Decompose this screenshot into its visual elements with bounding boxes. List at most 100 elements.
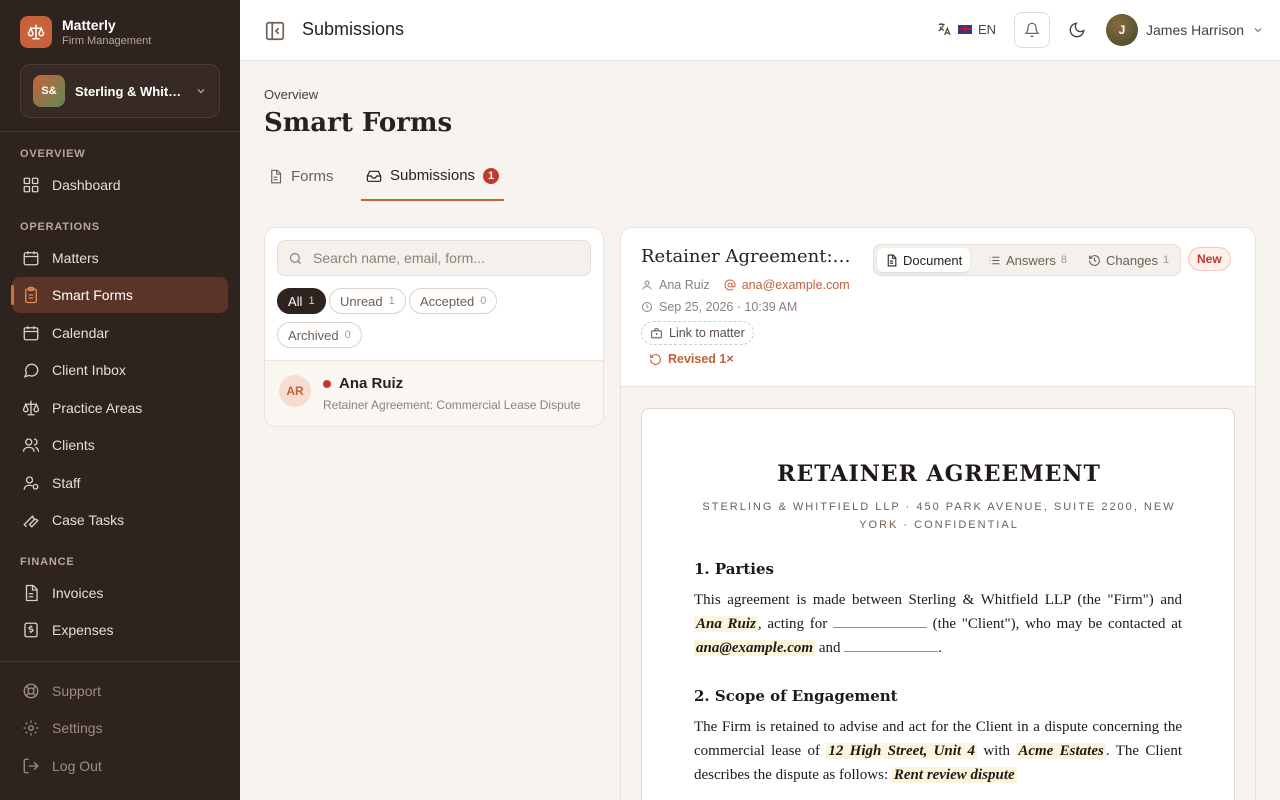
text-run: (the "Client"), who may be contacted at	[932, 616, 1183, 632]
list-item[interactable]: AR Ana Ruiz Retainer Agreement: Commerci…	[265, 361, 603, 426]
sidebar-item-label: Calendar	[52, 325, 109, 341]
unread-dot-icon	[323, 380, 331, 388]
sidebar-item-settings[interactable]: Settings	[12, 710, 228, 746]
brand[interactable]: Matterly Firm Management	[20, 16, 151, 48]
search-input[interactable]	[313, 250, 573, 266]
sidebar-item-case-tasks[interactable]: Case Tasks	[12, 502, 228, 538]
submitted-at-text: Sep 25, 2026 · 10:39 AM	[659, 300, 798, 314]
sidebar-item-matters[interactable]: Matters	[12, 240, 228, 276]
document-page: RETAINER AGREEMENT STERLING & WHITFIELD …	[641, 408, 1235, 800]
tab-changes[interactable]: Changes 1	[1080, 248, 1177, 272]
filter-accepted[interactable]: Accepted 0	[409, 288, 498, 314]
tab-label: Forms	[291, 168, 334, 185]
tab-forms[interactable]: Forms	[264, 152, 338, 201]
link-to-matter-button[interactable]: Link to matter	[641, 321, 754, 345]
uk-flag-icon	[958, 24, 972, 34]
sidebar-item-smart-forms[interactable]: Smart Forms	[11, 277, 228, 313]
sidebar-divider	[0, 131, 240, 132]
sidebar-item-support[interactable]: Support	[12, 673, 228, 709]
submitted-at: Sep 25, 2026 · 10:39 AM	[641, 300, 797, 314]
client-email-link[interactable]: ana@example.com	[724, 278, 850, 292]
dashboard-icon	[23, 177, 39, 193]
user-icon	[642, 280, 652, 290]
filled-field: Rent review dispute	[891, 767, 1017, 783]
filled-field: Ana Ruiz	[694, 616, 758, 632]
filter-archived[interactable]: Archived 0	[277, 322, 362, 348]
section-text-scope: The Firm is retained to advise and act f…	[694, 715, 1182, 787]
sidebar-item-clients[interactable]: Clients	[12, 427, 228, 463]
sidebar-item-practice-areas[interactable]: Practice Areas	[12, 390, 228, 426]
text-run: , acting for	[757, 616, 828, 632]
chevron-down-icon	[197, 89, 205, 94]
user-menu[interactable]: J James Harrison	[1106, 14, 1264, 46]
client-name: Ana Ruiz	[641, 278, 710, 292]
section-text-parties: This agreement is made between Sterling …	[694, 588, 1182, 660]
client-name-text: Ana Ruiz	[659, 278, 710, 292]
moon-icon[interactable]	[1068, 21, 1086, 39]
tab-document[interactable]: Document	[877, 248, 971, 272]
scale-icon	[22, 400, 40, 416]
notifications-button[interactable]	[1014, 12, 1050, 48]
sidebar-item-calendar[interactable]: Calendar	[12, 315, 228, 351]
at-icon	[724, 279, 736, 291]
sidebar-toggle-icon[interactable]	[264, 20, 286, 42]
filter-label: Accepted	[420, 293, 475, 309]
sidebar-item-staff[interactable]: Staff	[12, 465, 228, 501]
search-box[interactable]	[277, 240, 591, 276]
blank-field	[832, 616, 927, 628]
revised-label: Revised 1×	[668, 352, 734, 366]
sidebar-item-label: Invoices	[52, 585, 104, 601]
tab-answers[interactable]: Answers 8	[980, 248, 1075, 272]
scale-logo-icon	[20, 16, 52, 48]
sidebar-item-label: Client Inbox	[52, 362, 126, 378]
page-title: Smart Forms	[264, 108, 453, 138]
text-run: This agreement is made between Sterling …	[694, 592, 1182, 608]
firm-switcher[interactable]: S& Sterling & Whitfield LLP	[20, 64, 220, 118]
tab-submissions[interactable]: Submissions 1	[361, 152, 505, 201]
breadcrumb[interactable]: Overview	[264, 87, 318, 102]
sidebar-item-label: Smart Forms	[52, 287, 133, 303]
sidebar-item-logout[interactable]: Log Out	[12, 748, 228, 784]
tab-label: Answers	[1006, 252, 1056, 268]
sidebar: Matterly Firm Management S& Sterling & W…	[0, 0, 240, 800]
history-icon	[1089, 254, 1100, 266]
sidebar-item-client-inbox[interactable]: Client Inbox	[12, 352, 228, 388]
filter-unread[interactable]: Unread 1	[329, 288, 406, 314]
filter-count: 1	[308, 295, 315, 307]
sidebar-item-label: Practice Areas	[52, 400, 143, 416]
expense-icon	[24, 622, 38, 638]
sidebar-item-label: Case Tasks	[52, 512, 125, 528]
filter-all[interactable]: All 1	[277, 288, 326, 314]
filter-label: Archived	[288, 327, 339, 343]
section-label-overview: OVERVIEW	[20, 148, 86, 160]
topbar: Submissions EN J James Harrison	[240, 0, 1280, 61]
submitter-name: Ana Ruiz	[339, 375, 404, 392]
tab-label: Submissions	[390, 167, 476, 184]
filter-label: All	[288, 293, 303, 309]
language-switcher[interactable]: EN	[936, 21, 996, 37]
sidebar-item-expenses[interactable]: Expenses	[12, 612, 228, 648]
filled-field: Acme Estates	[1016, 743, 1106, 759]
sidebar-item-label: Matters	[52, 250, 99, 266]
document-subtitle: STERLING & WHITFIELD LLP · 450 PARK AVEN…	[702, 501, 1176, 531]
search-icon	[289, 252, 301, 264]
revised-indicator[interactable]: Revised 1×	[649, 352, 734, 366]
language-label: EN	[978, 21, 997, 37]
sidebar-item-dashboard[interactable]: Dashboard	[12, 167, 228, 203]
gear-icon	[23, 720, 39, 736]
tab-label: Changes	[1106, 252, 1159, 268]
section-heading-parties: 1. Parties	[694, 560, 774, 578]
sidebar-item-invoices[interactable]: Invoices	[12, 575, 228, 611]
document-title: RETAINER AGREEMENT	[777, 461, 1101, 487]
sidebar-divider	[0, 661, 240, 662]
filled-field: 12 High Street, Unit 4	[826, 743, 977, 759]
bell-icon	[1024, 22, 1040, 38]
tab-count: 8	[1060, 254, 1067, 266]
section-heading-scope: 2. Scope of Engagement	[694, 687, 898, 705]
clipboard-icon	[25, 286, 37, 304]
document-icon	[887, 254, 897, 266]
app-subtitle: Firm Management	[62, 35, 152, 47]
document-icon	[271, 169, 282, 184]
staff-icon	[23, 476, 39, 490]
submission-title: Retainer Agreement: Commercial Lease Dis…	[641, 246, 853, 267]
